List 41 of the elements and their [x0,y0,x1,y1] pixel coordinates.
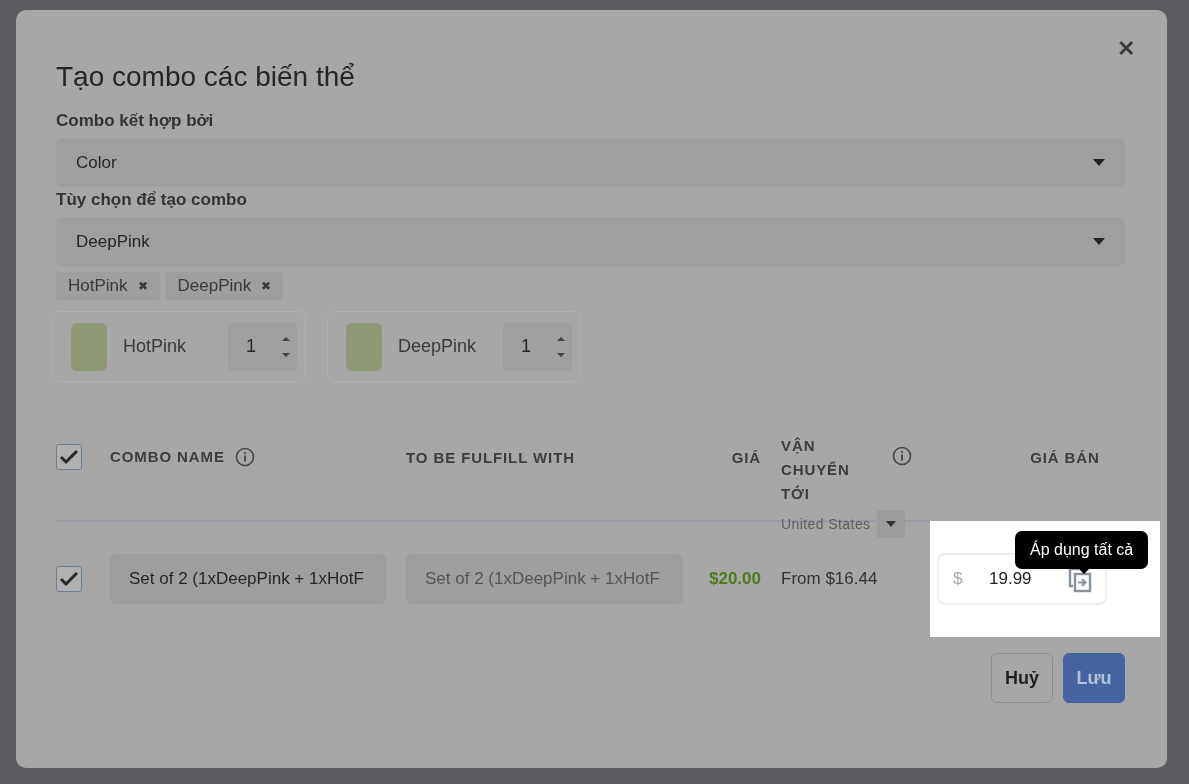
check-icon [59,571,79,587]
info-icon[interactable] [892,446,912,466]
shipping-text: From $16.44 [781,569,878,589]
caret-icon [1093,238,1105,245]
tag-label: HotPink [68,275,128,298]
close-button[interactable]: ✕ [1117,38,1135,60]
photo-placeholder [346,322,382,371]
quantity-stepper[interactable]: 1 [228,322,297,371]
country-label: United States [781,514,871,534]
stepper-arrows-icon [281,334,291,359]
remove-tag-button[interactable]: ✖ [137,277,148,295]
remove-tag-button[interactable]: ✖ [261,277,272,295]
column-header: VẬN CHUYỂN TỚI [781,436,851,504]
dialog-title: Tạo combo các biến thể [56,60,356,94]
field-label: Combo kết hợp bởi [56,110,215,130]
country-dropdown-button[interactable] [876,510,905,538]
variant-name: HotPink [123,335,188,358]
combo-by-select[interactable]: Color [56,138,1125,187]
caret-icon [1093,159,1105,166]
column-header: GIÁ BÁN [1030,449,1100,466]
price-text: $20.00 [709,569,761,589]
select-all-checkbox[interactable] [56,444,82,470]
check-icon [59,449,79,465]
stepper-arrows-icon [556,334,566,359]
combo-name-field[interactable]: Set of 2 (1xDeepPink + 1xHotF [110,554,386,604]
field-label: Tùy chọn để tạo combo [56,189,248,209]
currency-label: $ [953,568,964,591]
cancel-button[interactable]: Huỷ [991,653,1053,703]
quantity-stepper[interactable]: 1 [503,322,572,371]
tag-label: DeepPink [177,275,252,298]
info-icon[interactable] [234,447,255,468]
save-button[interactable]: Lưu [1063,653,1125,703]
tooltip: Áp dụng tất cả [1015,531,1149,569]
sell-price-value: 19.99 [989,568,1033,591]
photo-placeholder [71,322,107,371]
column-header: COMBO NAME [110,447,225,467]
options-select[interactable]: DeepPink [56,217,1125,266]
row-checkbox[interactable] [56,566,82,592]
column-header: TO BE FULFILL WITH [406,449,575,466]
column-header: GIÁ [731,449,761,466]
variant-name: DeepPink [398,335,478,358]
